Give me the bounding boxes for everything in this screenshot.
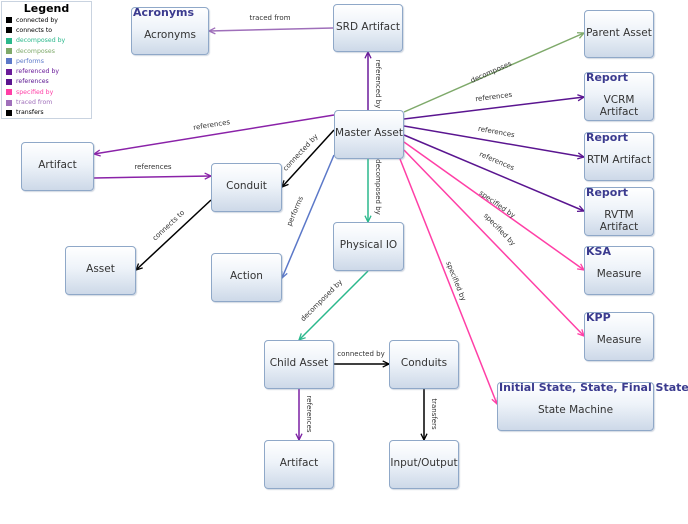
legend-item: references [2,77,91,87]
edge-label: traced from [249,14,290,22]
node-label: SRD Artifact [336,21,400,33]
legend-label: references [16,78,49,86]
legend-label: connected by [16,16,58,24]
node-ksa-measure[interactable]: KSA Measure [584,245,654,295]
stereotype-label: Report [586,131,629,144]
node-kpp-measure[interactable]: KPP Measure [584,311,654,361]
node-label: VCRM Artifact [599,94,639,118]
node-parent-asset[interactable]: Parent Asset [584,10,654,58]
legend-swatch [6,78,12,85]
node-label: Measure [596,268,642,280]
node-label: Asset [86,263,115,275]
node-conduits[interactable]: Conduits [389,340,459,389]
node-label: Artifact [279,457,319,469]
legend-swatch [6,89,12,96]
legend-item: specified by [2,87,91,97]
stereotype-label: Initial State, State, Final State [499,381,688,394]
stereotype-label: Report [586,71,629,84]
legend-title: Legend [23,2,70,15]
edge-label: performs [285,195,305,228]
legend-label: transfers [16,109,44,117]
node-action[interactable]: Action [211,253,282,302]
stereotype-label: KPP [586,311,611,324]
legend-item: transfers [2,108,91,118]
legend: Legend connected by connects to decomposed… [1,1,92,119]
legend-item: traced from [2,97,91,107]
node-input-output[interactable]: Input/Output [389,440,459,489]
edge-label: connects to [151,209,186,243]
node-asset[interactable]: Asset [65,246,136,295]
edge-label: references [477,125,515,139]
edge-label: references [193,118,231,132]
node-label: Artifact [38,159,77,171]
stereotype-label: Report [586,186,629,199]
node-master-asset[interactable]: Master Asset [334,110,404,159]
legend-swatch [6,58,12,65]
node-physical-io[interactable]: Physical IO [333,222,404,271]
node-label: Input/Output [390,457,458,469]
edge-label: decomposed by [299,278,344,323]
legend-item: referenced by [2,66,91,76]
node-label: RVTM Artifact [599,209,639,233]
legend-item: decomposed by [2,36,91,46]
legend-swatch [6,109,12,116]
node-label: Measure [596,334,642,346]
node-label: Conduit [226,180,267,192]
edge-references[interactable] [93,175,212,179]
legend-item: performs [2,56,91,66]
node-label: Acronyms [144,29,196,41]
legend-swatch [6,48,12,55]
edge-label: references [305,395,313,432]
legend-label: decomposes [16,47,55,55]
node-label: Child Asset [269,357,329,369]
node-conduit[interactable]: Conduit [211,163,282,212]
edge-specified-by[interactable] [403,149,585,337]
legend-item: connected by [2,15,91,25]
edge-label: referenced by [374,60,382,109]
legend-label: connects to [16,26,53,34]
node-rtm-artifact[interactable]: Report RTM Artifact [584,131,654,181]
edge-label: decomposes [469,59,513,84]
edge-label: decomposed by [374,159,382,215]
edge-label: connected by [337,350,384,358]
node-state-machine[interactable]: Initial State, State, Final State State … [497,381,688,431]
legend-swatch [6,37,12,44]
edge-decomposed-by[interactable] [298,270,369,341]
legend-swatch [6,17,12,24]
node-label: Master Asset [335,127,403,139]
node-artifact[interactable]: Artifact [264,440,334,489]
legend-swatch [6,99,12,106]
edge-connects-to[interactable] [135,199,212,271]
edge-label: references [475,91,513,104]
node-child-asset[interactable]: Child Asset [264,340,334,389]
node-label: Physical IO [339,239,398,251]
node-label: Action [230,270,263,282]
node-label: State Machine [537,404,614,416]
node-acronyms[interactable]: Acronyms Acronyms [131,6,209,55]
legend-swatch [6,68,12,75]
legend-label: referenced by [16,68,60,76]
legend-label: decomposed by [16,37,66,45]
node-vcrm-artifact[interactable]: Report VCRM Artifact [584,71,654,121]
node-srd-artifact[interactable]: SRD Artifact [333,4,403,52]
edge-traced-from[interactable] [208,27,334,32]
edge-label: transfers [430,398,438,430]
edge-label: references [134,163,171,171]
legend-label: performs [16,57,44,65]
node-label: RTM Artifact [587,154,651,166]
legend-item: decomposes [2,46,91,56]
node-label: Parent Asset [586,27,652,39]
legend-swatch [6,27,12,34]
stereotype-label: KSA [586,245,611,258]
node-label: Conduits [400,357,448,369]
legend-label: specified by [16,88,54,96]
node-rvtm-artifact[interactable]: Report RVTM Artifact [584,186,654,236]
legend-label: traced from [16,99,53,107]
node-artifact[interactable]: Artifact [21,142,94,191]
legend-item: connects to [2,25,91,35]
stereotype-label: Acronyms [133,6,195,19]
